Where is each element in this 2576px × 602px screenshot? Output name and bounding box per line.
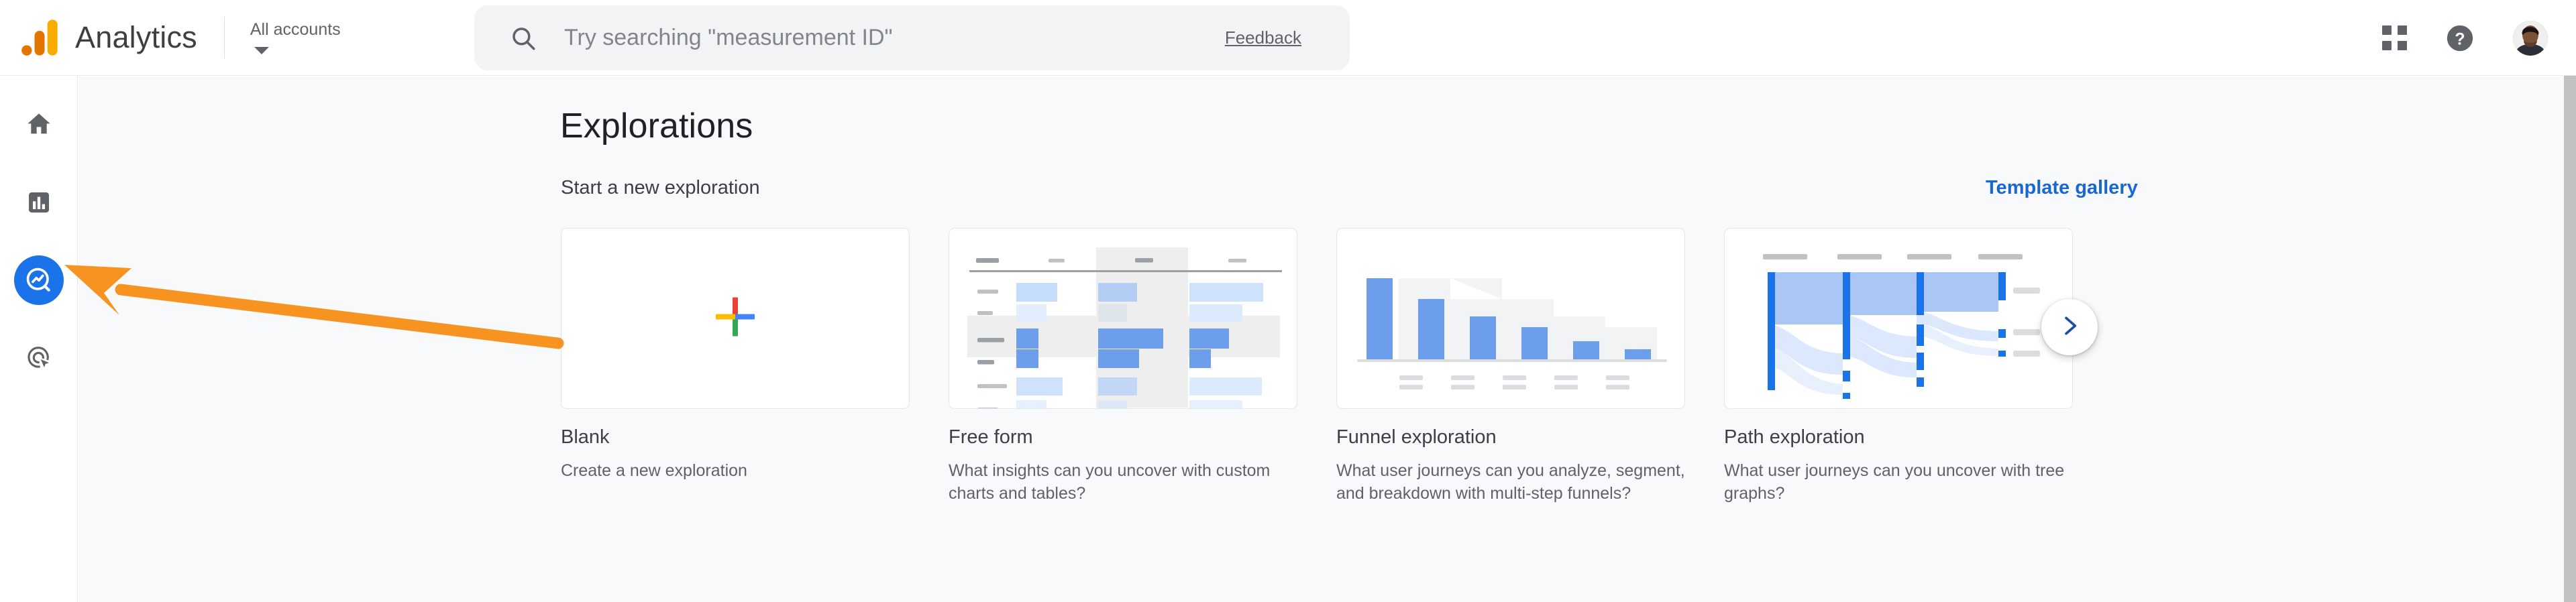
svg-text:?: ? bbox=[2455, 29, 2465, 48]
sankey-path-preview bbox=[1763, 254, 2040, 399]
blank-thumbnail[interactable] bbox=[561, 228, 910, 409]
plus-icon bbox=[710, 292, 760, 345]
brand-area[interactable]: Analytics bbox=[0, 17, 197, 58]
account-selector[interactable]: All accounts bbox=[250, 19, 358, 55]
section-label: Start a new exploration bbox=[561, 177, 760, 198]
table-heatmap-preview bbox=[967, 247, 1282, 408]
exploration-card-path[interactable]: Path exploration What user journeys can … bbox=[1724, 228, 2073, 505]
page-title: Explorations bbox=[560, 107, 753, 145]
search-bar[interactable]: Feedback bbox=[474, 5, 1350, 70]
funnel-bar-chart-preview bbox=[1357, 278, 1667, 389]
card-title: Free form bbox=[949, 426, 1033, 448]
analytics-app: Analytics All accounts Feedback bbox=[0, 0, 2576, 602]
search-icon bbox=[509, 24, 537, 52]
path-thumbnail[interactable] bbox=[1724, 228, 2073, 409]
card-description: What insights can you uncover with custo… bbox=[949, 461, 1271, 503]
exploration-card-funnel[interactable]: Funnel exploration What user journeys ca… bbox=[1336, 228, 1685, 505]
top-bar-actions: ? bbox=[2382, 0, 2576, 76]
header-divider bbox=[223, 17, 225, 58]
google-analytics-logo-icon bbox=[20, 17, 59, 58]
top-bar: Analytics All accounts Feedback bbox=[0, 0, 2576, 76]
page-scrollbar-thumb[interactable] bbox=[2564, 76, 2576, 602]
explore-icon bbox=[25, 266, 53, 294]
exploration-card-list: Blank Create a new exploration Free form… bbox=[561, 228, 2073, 505]
sidebar-item-reports[interactable] bbox=[14, 178, 64, 227]
exploration-card-blank[interactable]: Blank Create a new exploration bbox=[561, 228, 910, 505]
template-gallery-link[interactable]: Template gallery bbox=[1986, 177, 2138, 199]
search-input[interactable] bbox=[564, 25, 1225, 51]
home-icon bbox=[25, 111, 52, 138]
card-description: What user journeys can you uncover with … bbox=[1724, 461, 2065, 503]
feedback-link[interactable]: Feedback bbox=[1225, 27, 1301, 48]
main-content: Explorations Start a new exploration Tem… bbox=[78, 76, 2564, 602]
account-selector-label: All accounts bbox=[250, 19, 341, 39]
avatar[interactable] bbox=[2513, 20, 2548, 56]
chevron-right-icon bbox=[2056, 312, 2083, 343]
chevron-down-icon bbox=[254, 47, 269, 55]
free-form-thumbnail[interactable] bbox=[949, 228, 1297, 409]
card-title: Blank bbox=[561, 426, 610, 448]
bar-chart-icon bbox=[25, 189, 52, 216]
apps-grid-icon[interactable] bbox=[2382, 25, 2407, 50]
next-page-button[interactable] bbox=[2041, 299, 2098, 355]
sidebar-item-home[interactable] bbox=[14, 100, 64, 149]
sidebar-item-advertising[interactable] bbox=[14, 333, 64, 383]
card-description: What user journeys can you analyze, segm… bbox=[1336, 461, 1685, 503]
left-nav-rail bbox=[0, 76, 78, 602]
card-description: Create a new exploration bbox=[561, 461, 747, 480]
card-title: Funnel exploration bbox=[1336, 426, 1497, 448]
funnel-thumbnail[interactable] bbox=[1336, 228, 1685, 409]
exploration-card-free-form[interactable]: Free form What insights can you uncover … bbox=[949, 228, 1297, 505]
card-title: Path exploration bbox=[1724, 426, 1865, 448]
sidebar-item-explore[interactable] bbox=[13, 255, 64, 305]
brand-name: Analytics bbox=[75, 20, 197, 54]
help-icon[interactable]: ? bbox=[2445, 23, 2475, 54]
advertising-target-icon bbox=[25, 345, 52, 371]
